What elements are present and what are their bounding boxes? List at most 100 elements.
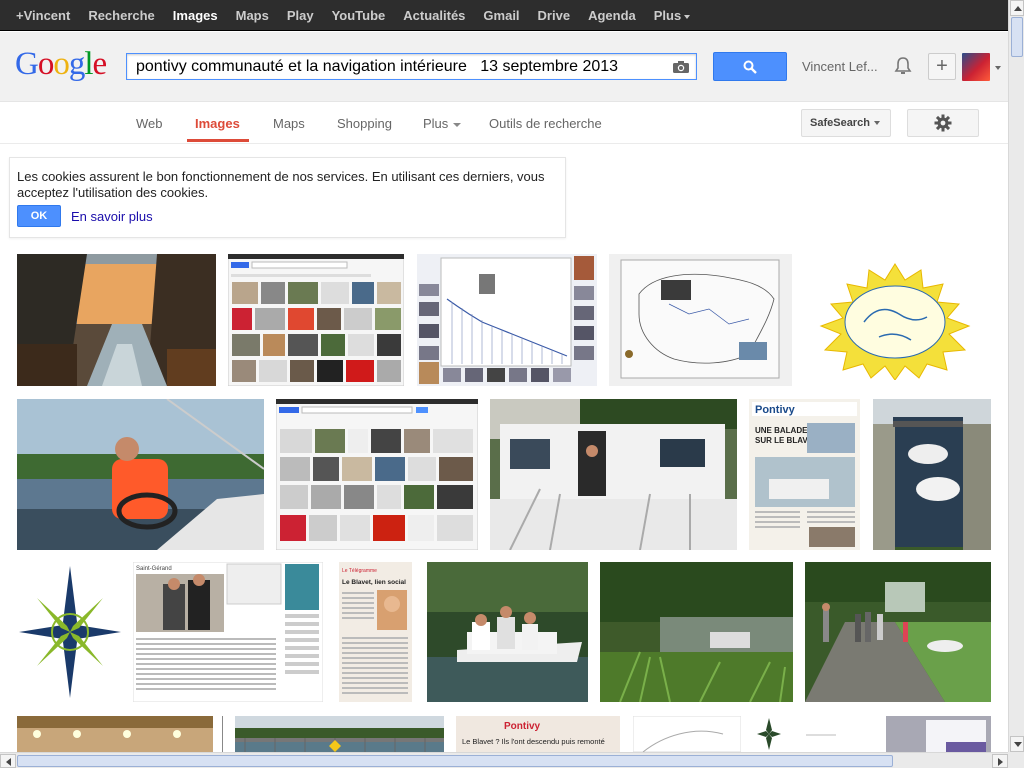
chevron-down-icon[interactable] — [995, 66, 1001, 70]
camera-icon[interactable] — [672, 60, 690, 74]
result-towpath-people-photo[interactable] — [805, 562, 991, 702]
result-river-boat-photo[interactable] — [600, 562, 793, 702]
scroll-up-button[interactable] — [1010, 0, 1024, 16]
topbar-link-maps[interactable]: Maps — [236, 8, 269, 23]
tab-maps[interactable]: Maps — [273, 116, 305, 131]
result-document-white[interactable] — [800, 716, 876, 752]
result-newspaper-balade-blavet[interactable]: Pontivy UNE BALADE SUR LE BLAVET — [749, 399, 860, 550]
tab-shopping[interactable]: Shopping — [337, 116, 392, 131]
svg-text:Saint-Gérand: Saint-Gérand — [136, 566, 172, 572]
topbar-link-label: +Vincent — [16, 8, 71, 23]
topbar-link-plus[interactable]: Plus — [653, 8, 691, 23]
cookie-notice: Les cookies assurent le bon fonctionneme… — [9, 157, 566, 238]
tab-web[interactable]: Web — [136, 116, 163, 131]
page: +Vincent Recherche Images Maps Play YouTube Ac… — [0, 0, 1024, 768]
chevron-down-icon — [873, 121, 880, 126]
topbar-link-label: Play — [286, 8, 314, 23]
logo-letter: G — [15, 46, 39, 82]
newspaper-headline: Le Blavet ? Ils l'ont descendu puis remo… — [462, 737, 605, 746]
svg-text:UNE BALADE: UNE BALADE — [755, 426, 808, 435]
cookie-text: Les cookies assurent le bon fonctionneme… — [17, 169, 545, 200]
topbar-link-gmail[interactable]: Gmail — [483, 8, 519, 23]
scroll-right-button[interactable] — [992, 754, 1008, 768]
gear-icon — [934, 114, 952, 132]
topbar-link-label: Actualités — [403, 8, 466, 23]
newspaper-headline: Le Blavet, lien social — [342, 579, 406, 586]
vertical-scroll-thumb[interactable] — [1011, 17, 1023, 57]
topbar-link-agenda[interactable]: Agenda — [588, 8, 636, 23]
chevron-down-icon — [453, 122, 462, 127]
svg-text:Le Télégramme: Le Télégramme — [342, 568, 377, 574]
scrollbar-corner — [1008, 752, 1024, 768]
logo-letter: l — [84, 46, 93, 82]
google-logo[interactable]: Google — [15, 46, 108, 83]
topbar-link-youtube[interactable]: YouTube — [332, 8, 386, 23]
topbar-link-label: Plus — [653, 8, 682, 23]
topbar-link-vincent[interactable]: +Vincent — [16, 8, 70, 23]
horizontal-scrollbar[interactable] — [0, 752, 1008, 768]
result-newspaper-pontivy[interactable]: Pontivy Le Blavet ? Ils l'ont descendu p… — [456, 716, 620, 752]
result-esprit-canal-logo[interactable] — [809, 262, 981, 380]
scroll-down-button[interactable] — [1010, 736, 1024, 752]
result-divider — [222, 716, 223, 752]
user-name[interactable]: Vincent Lef... — [802, 59, 878, 74]
logo-letter: g — [68, 46, 85, 82]
logo-letter: e — [92, 46, 108, 82]
share-plus-button[interactable]: + — [928, 53, 956, 80]
result-grey-photo[interactable] — [886, 716, 991, 752]
settings-button[interactable] — [907, 109, 979, 137]
logo-letter: o — [37, 46, 54, 82]
result-tourism-boat-photo[interactable] — [490, 399, 737, 550]
result-newspaper-le-blavet[interactable]: Le Télégramme Le Blavet, lien social — [339, 562, 412, 702]
tab-search-tools[interactable]: Outils de recherche — [489, 116, 602, 131]
cookie-learn-more-link[interactable]: En savoir plus — [71, 209, 153, 224]
scroll-left-button[interactable] — [0, 754, 16, 768]
result-interior-photo[interactable] — [17, 716, 213, 752]
chevron-down-icon — [684, 14, 691, 19]
search-icon — [743, 60, 757, 74]
result-compass-rose-logo[interactable] — [17, 562, 123, 702]
topbar-link-actualit-s[interactable]: Actualités — [403, 8, 465, 23]
topbar-link-label: YouTube — [331, 8, 386, 23]
tab-plus[interactable]: Plus — [423, 116, 462, 131]
result-map-brittany[interactable] — [609, 254, 792, 386]
topbar-link-label: Gmail — [483, 8, 520, 23]
result-lock-boats-photo[interactable] — [873, 399, 991, 550]
search-button[interactable] — [713, 52, 787, 81]
result-canal-autumn-photo[interactable] — [17, 254, 216, 386]
result-canal-profile-chart[interactable] — [417, 254, 597, 386]
topbar-link-images[interactable]: Images — [173, 8, 218, 23]
topbar-link-label: Maps — [235, 8, 269, 23]
result-compass-small[interactable] — [755, 716, 783, 752]
search-nav-bar: Web Images Maps Shopping Plus Outils de … — [0, 103, 1008, 144]
active-tab-indicator — [187, 139, 249, 142]
safesearch-button[interactable]: SafeSearch — [801, 109, 891, 137]
topbar-link-label: Drive — [537, 8, 571, 23]
vertical-scrollbar[interactable] — [1008, 0, 1024, 752]
result-sketch-image[interactable] — [633, 716, 741, 752]
tab-plus-label: Plus — [423, 116, 449, 131]
result-webpage-article[interactable]: Saint-Gérand — [133, 562, 323, 702]
search-input[interactable] — [127, 54, 667, 79]
search-box[interactable] — [126, 53, 697, 80]
topbar-link-recherche[interactable]: Recherche — [88, 8, 154, 23]
newspaper-masthead: Pontivy — [755, 404, 796, 416]
topbar-link-play[interactable]: Play — [287, 8, 314, 23]
topbar-link-label: Images — [172, 8, 218, 23]
avatar[interactable] — [962, 53, 990, 81]
result-boat-driver-photo[interactable] — [17, 399, 264, 550]
result-google-screenshot-2[interactable] — [276, 399, 478, 550]
result-motorboat-photo[interactable] — [427, 562, 588, 702]
horizontal-scroll-thumb[interactable] — [17, 755, 893, 767]
bell-icon[interactable] — [893, 56, 913, 76]
tab-images[interactable]: Images — [195, 116, 240, 131]
cookie-ok-button[interactable]: OK — [17, 205, 61, 227]
topbar-link-label: Agenda — [588, 8, 636, 23]
topbar-link-drive[interactable]: Drive — [538, 8, 571, 23]
result-google-screenshot-1[interactable] — [228, 254, 404, 386]
top-bar: +Vincent Recherche Images Maps Play YouTube Ac… — [0, 0, 1008, 31]
result-bridge-photo[interactable] — [235, 716, 444, 752]
topbar-link-label: Recherche — [88, 8, 155, 23]
newspaper-masthead: Pontivy — [504, 721, 541, 732]
header: Google Vincent Lef... + — [0, 32, 1008, 102]
